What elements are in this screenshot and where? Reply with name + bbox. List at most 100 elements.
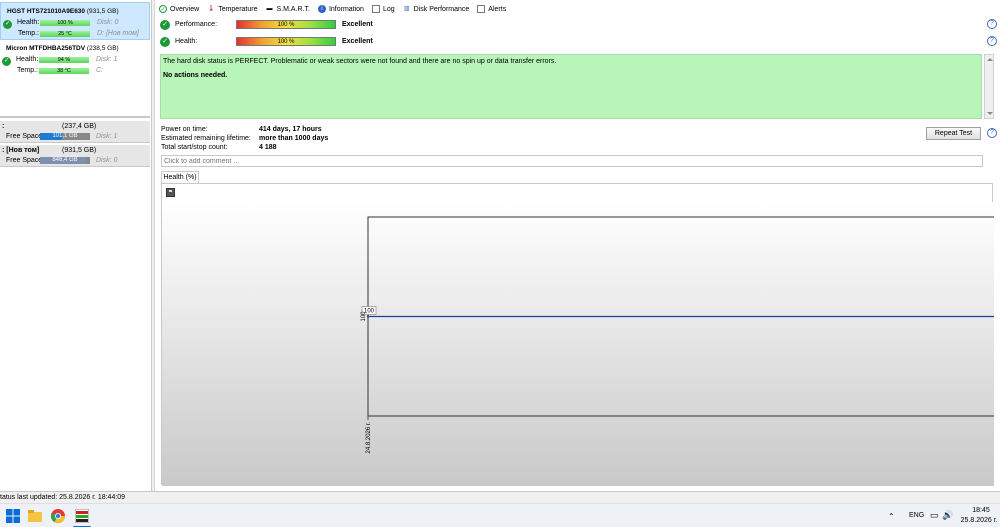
free-space-bar: 846,4 GB — [40, 157, 90, 164]
disk-number: Disk: 1 — [96, 56, 118, 63]
power-on-label: Power on time: — [161, 126, 208, 133]
status-message-box: The hard disk status is PERFECT. Problem… — [160, 54, 982, 119]
temp-label: Temp.: — [16, 67, 38, 74]
health-label: Health: — [16, 56, 39, 63]
help-icon[interactable]: ? — [987, 36, 997, 46]
volume-size: (237,4 GB) — [62, 123, 97, 130]
startstop-value: 4 188 — [259, 144, 277, 151]
free-space-bar: 101,1 GB — [40, 133, 90, 140]
save-icon[interactable] — [166, 188, 175, 197]
startstop-label: Total start/stop count: — [161, 144, 228, 151]
volume-info: D: [Нов том] — [97, 30, 139, 37]
status-message: The hard disk status is PERFECT. Problem… — [163, 58, 557, 65]
status-action: No actions needed. — [163, 72, 228, 79]
free-space-value: 101,1 GB — [52, 133, 78, 139]
thermometer-icon: 🌡 — [207, 6, 215, 12]
volume-icon[interactable]: 🔊 — [942, 510, 953, 521]
chevron-up-icon[interactable]: ⌃ — [888, 512, 895, 521]
disk-name: HGST HTS721010A9E630 — [7, 8, 86, 15]
windows-start-icon[interactable] — [6, 509, 20, 523]
alert-icon — [477, 5, 486, 13]
dash-icon: ▬ — [266, 6, 273, 12]
performance-value: Excellent — [342, 21, 373, 28]
disk-list-panel: HGST HTS721010A9E630 (931,5 GB) ✓ Health… — [0, 0, 152, 491]
temp-bar: 25 °C — [40, 31, 90, 37]
health-bar: 100 % — [236, 37, 336, 46]
health-label: Health: — [17, 19, 40, 26]
check-icon: ✓ — [160, 20, 170, 30]
volume-card-c[interactable]: : (237,4 GB) Free Space 101,1 GB Disk: 1 — [0, 121, 150, 143]
tab-bar: ✓ Overview 🌡 Temperature ▬ S.M.A.R.T. i Info… — [155, 2, 510, 16]
divider — [0, 116, 150, 118]
free-space-value: 846,4 GB — [52, 157, 78, 163]
disk-card-micron[interactable]: Micron MTFDHBA256TDV (238,5 GB) ✓ Health… — [0, 40, 150, 78]
disk-size: (931,5 GB) — [86, 8, 119, 15]
clock-time[interactable]: 18:45 — [965, 507, 997, 514]
health-chart: 10010010024.8.2026 г.25.8.2026 г. — [161, 183, 994, 486]
check-icon: ✓ — [2, 57, 11, 66]
clock-date[interactable]: 25.8.2026 г. — [959, 517, 999, 524]
temp-label: Temp.: — [17, 30, 39, 37]
tab-alerts[interactable]: Alerts — [477, 2, 510, 16]
comment-input[interactable] — [161, 155, 983, 167]
health-value: Excellent — [342, 38, 373, 45]
check-icon: ✓ — [159, 5, 167, 13]
chart-icon: ▥ — [403, 6, 410, 12]
health-label: Health: — [175, 38, 198, 45]
tab-smart[interactable]: ▬ S.M.A.R.T. — [265, 2, 313, 16]
tab-information[interactable]: i Information — [317, 2, 368, 16]
disk-number: Disk: 0 — [97, 19, 119, 26]
tab-label: Disk Performance — [413, 5, 470, 13]
tab-health-chart[interactable]: Health (%) — [161, 171, 199, 183]
check-icon: ✓ — [160, 37, 170, 47]
chart-svg: 10010010024.8.2026 г.25.8.2026 г. — [162, 202, 994, 486]
health-bar: 100 % — [40, 20, 90, 26]
volume-name: : — [2, 123, 5, 130]
status-scrollbar[interactable] — [984, 54, 994, 119]
performance-row: ✓ Performance: 100 % Excellent ? — [159, 19, 999, 31]
free-space-label: Free Space — [6, 157, 43, 164]
volume-card-d[interactable]: : [Нов том] (931,5 GB) Free Space 846,4 … — [0, 145, 150, 167]
disk-health-row: ✓ Health: 94 % Disk: 1 — [2, 56, 148, 66]
disk-temp-row: Temp.: 38 °C C: — [16, 67, 148, 76]
language-indicator[interactable]: ENG — [909, 512, 924, 519]
status-bar: tatus last updated: 25.8.2026 г. 18:44:0… — [0, 491, 1000, 503]
chrome-icon[interactable] — [50, 509, 65, 523]
info-icon: i — [317, 5, 326, 13]
y-tick-label: 100 — [361, 311, 367, 322]
tab-label: Overview — [170, 5, 200, 13]
disk-card-hgst[interactable]: HGST HTS721010A9E630 (931,5 GB) ✓ Health… — [0, 2, 150, 40]
help-icon[interactable]: ? — [987, 128, 997, 138]
volume-size: (931,5 GB) — [62, 147, 97, 154]
tab-overview[interactable]: ✓ Overview — [159, 2, 204, 16]
check-icon: ✓ — [3, 20, 12, 29]
health-row: ✓ Health: 100 % Excellent ? — [159, 36, 999, 48]
document-icon — [371, 5, 380, 13]
power-on-value: 414 days, 17 hours — [259, 126, 322, 133]
volume-name: : [Нов том] — [2, 147, 40, 154]
tab-label: Temperature — [218, 5, 258, 13]
hard-disk-sentinel-icon[interactable] — [74, 508, 90, 524]
tab-label: Log — [382, 5, 395, 13]
taskbar: ⌃ ENG ▭ 🔊 18:45 25.8.2026 г. — [0, 503, 1000, 527]
volume-disk: Disk: 0 — [96, 157, 118, 164]
disk-health-row: ✓ Health: 100 % Disk: 0 — [3, 19, 149, 29]
temp-bar: 38 °C — [39, 68, 89, 74]
repeat-test-button[interactable]: Repeat Test — [926, 127, 981, 140]
disk-temp-row: Temp.: 25 °C D: [Нов том] — [17, 30, 149, 39]
folder-icon[interactable] — [28, 509, 42, 523]
tab-label: S.M.A.R.T. — [276, 5, 310, 13]
health-bar: 94 % — [39, 57, 89, 63]
tab-log[interactable]: Log — [371, 2, 399, 16]
x-tick-label: 24.8.2026 г. — [366, 422, 372, 454]
network-icon[interactable]: ▭ — [930, 510, 939, 521]
performance-bar-value: 100 % — [277, 22, 295, 28]
chart-background — [162, 202, 994, 486]
volume-disk: Disk: 1 — [96, 133, 118, 140]
lifetime-value: more than 1000 days — [259, 135, 329, 142]
tab-disk-performance[interactable]: ▥ Disk Performance — [403, 2, 474, 16]
help-icon[interactable]: ? — [987, 19, 997, 29]
tab-temperature[interactable]: 🌡 Temperature — [207, 2, 261, 16]
tab-label: Information — [328, 5, 364, 13]
free-space-label: Free Space — [6, 133, 43, 140]
